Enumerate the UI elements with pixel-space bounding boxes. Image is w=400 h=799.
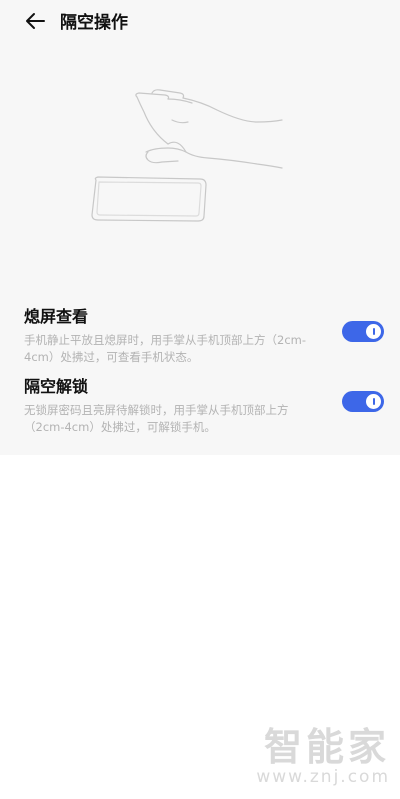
- hand-over-phone-illustration: [91, 89, 283, 222]
- air-unlock-toggle[interactable]: [342, 391, 384, 412]
- setting-description: 无锁屏密码且亮屏待解锁时，用手掌从手机顶部上方（2cm-4cm）处拂过，可解锁手…: [24, 403, 289, 434]
- screen-off-view-toggle[interactable]: [342, 321, 384, 342]
- watermark: 智能家 www.znj.com: [256, 716, 390, 787]
- back-button[interactable]: [22, 8, 48, 34]
- watermark-url: www.znj.com: [256, 767, 390, 787]
- setting-air-unlock: 隔空解锁 无锁屏密码且亮屏待解锁时，用手掌从手机顶部上方（2cm-4cm）处拂过…: [24, 373, 384, 436]
- page-title: 隔空操作: [60, 13, 128, 33]
- arrow-left-icon: [26, 13, 45, 29]
- page: 隔空操作 熄屏查看 手机静止平放且熄屏时，用手掌从手机顶部上方（2cm-4cm）…: [0, 0, 400, 799]
- setting-label: 隔空解锁: [24, 377, 89, 396]
- setting-description: 手机静止平放且熄屏时，用手掌从手机顶部上方（2cm-4cm）处拂过，可查看手机状…: [24, 333, 306, 364]
- watermark-logo: 智能家: [263, 725, 390, 769]
- top-bar: 隔空操作: [0, 0, 400, 44]
- setting-screen-off-view: 熄屏查看 手机静止平放且熄屏时，用手掌从手机顶部上方（2cm-4cm）处拂过，可…: [24, 303, 384, 366]
- setting-label: 熄屏查看: [24, 307, 89, 326]
- toggle-knob: [366, 324, 381, 339]
- toggle-knob: [366, 394, 381, 409]
